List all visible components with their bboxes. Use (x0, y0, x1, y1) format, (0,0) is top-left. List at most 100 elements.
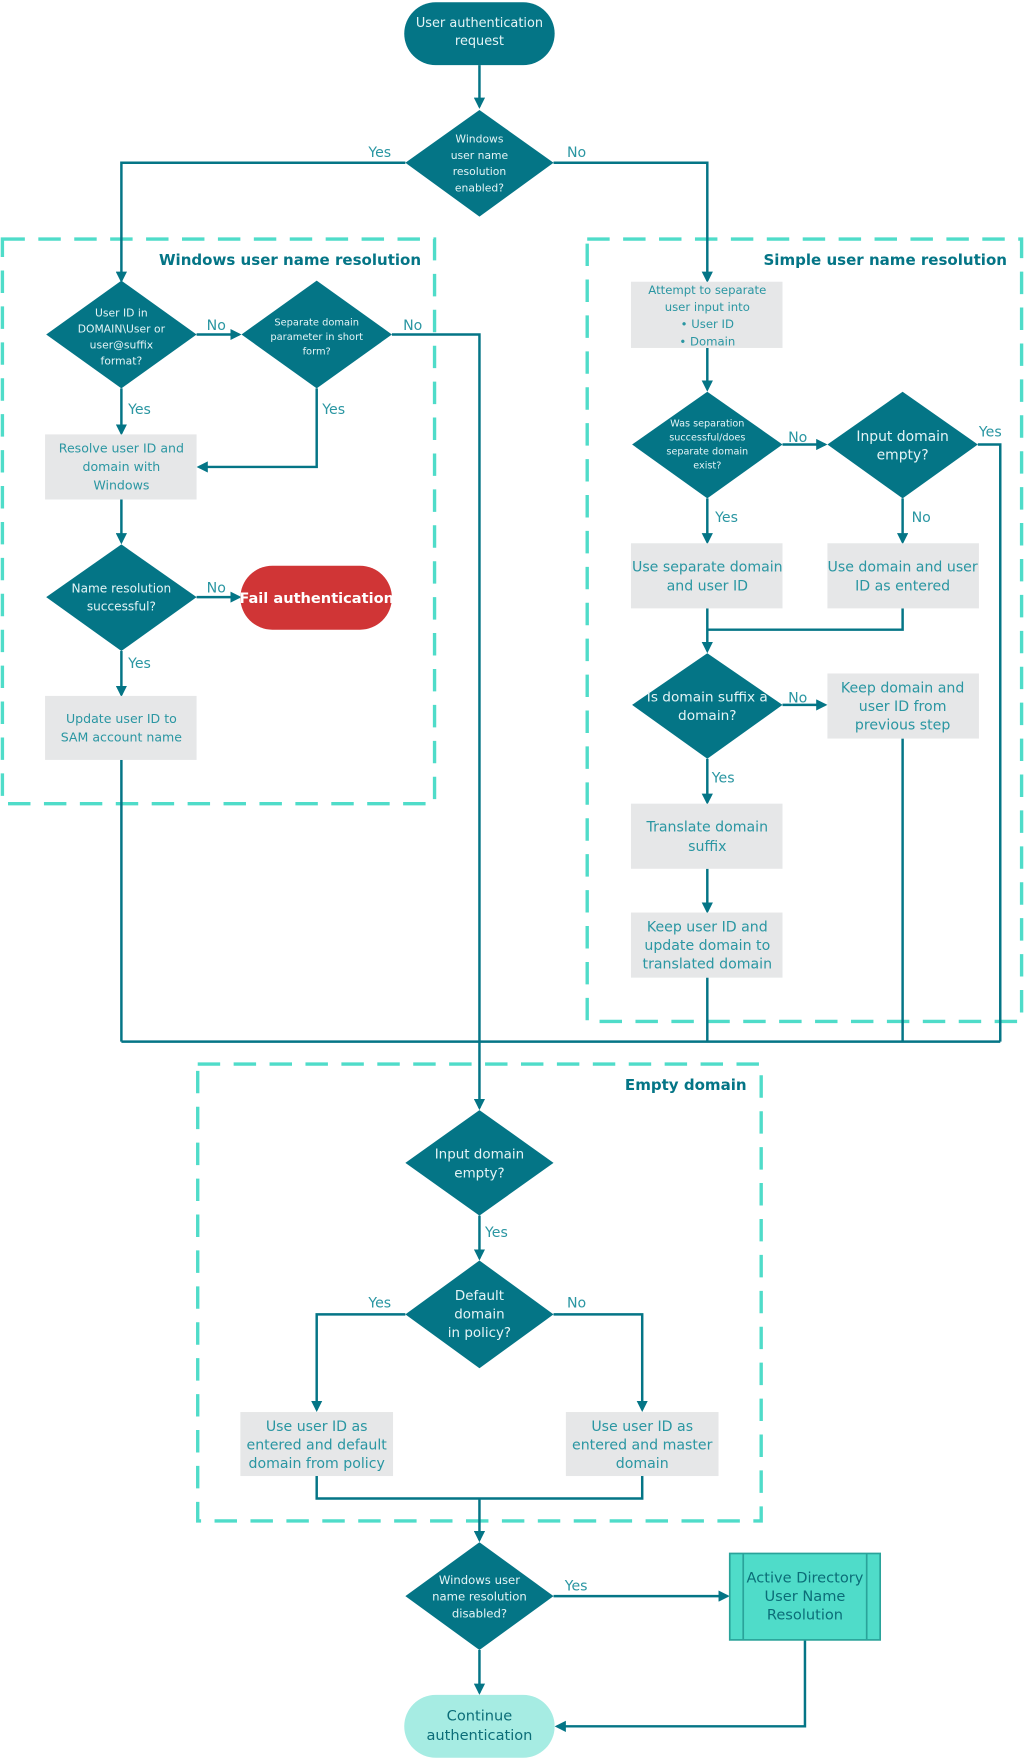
group-title-windows: Windows user name resolution (159, 251, 421, 269)
label-default-no: No (567, 1296, 586, 1312)
decision-name-resolution-successful: Name resolution successful? (46, 544, 197, 652)
node-label-line: Continue (447, 1708, 513, 1725)
process-master-domain: Use user ID as entered and master domain (565, 1412, 719, 1477)
node-label-line: user input into (665, 300, 750, 314)
node-label-line: user@suffix (90, 338, 154, 351)
node-label-line: domain with (83, 459, 161, 474)
flowchart: Windows user name resolution Simple user… (0, 2, 1024, 1758)
decision-windows-resolution-enabled: Windows user name resolution enabled? (405, 110, 554, 217)
node-label-line: empty? (877, 448, 929, 464)
group-title-empty: Empty domain (625, 1076, 747, 1094)
node-label-line: Use user ID as (591, 1419, 693, 1435)
label-sep-ok-yes: Yes (714, 510, 738, 526)
node-label-line: Attempt to separate (648, 283, 766, 297)
node-label-p-keep-prev: Keep domain and user ID from previous step (841, 681, 964, 734)
node-label-line: Windows (455, 133, 503, 146)
node-label-line: successful/does (669, 433, 745, 444)
process-resolve-with-windows: Resolve user ID and domain with Windows (45, 434, 197, 500)
node-label-p-default-policy: Use user ID as entered and default domain … (247, 1419, 388, 1472)
node-label-line: Windows user (439, 1573, 520, 1587)
node-start: User authentication request (404, 2, 555, 66)
process-translate-suffix: Translate domain suffix (630, 803, 783, 869)
node-label-line: Keep user ID and (647, 920, 768, 936)
node-label-line: and user ID (667, 578, 749, 594)
edge-default-policy-merge (315, 1476, 644, 1500)
label-name-ok-no: No (207, 581, 226, 597)
label-win-disabled-yes: Yes (564, 1579, 588, 1595)
edge-default-no (553, 1313, 648, 1413)
node-label-line: entered and default (247, 1438, 388, 1454)
node-label-line: user name (451, 149, 509, 162)
terminator-fail-authentication: Fail authentication (239, 565, 394, 630)
node-label-line: Resolution (767, 1607, 843, 1624)
node-label-line: suffix (688, 839, 726, 855)
edge-ad-to-end (554, 1639, 807, 1732)
node-label-line: Was separation (670, 419, 744, 430)
edge-merge-use-entered (707, 608, 904, 631)
node-label-line: authentication (426, 1727, 532, 1744)
node-label-line: Active Directory (746, 1570, 863, 1587)
label-default-yes: Yes (367, 1296, 391, 1312)
label-sep-short-yes: Yes (321, 402, 345, 418)
decision-default-domain-in-policy: Default domain in policy? (405, 1260, 554, 1369)
edge-win-enabled-no (553, 161, 713, 283)
label-suffix-yes: Yes (711, 770, 735, 786)
node-label-line: translated domain (643, 957, 772, 973)
node-label-line: format? (101, 354, 143, 367)
label-name-ok-yes: Yes (127, 656, 151, 672)
node-label-line: Use user ID as (266, 1419, 368, 1435)
group-title-simple: Simple user name resolution (763, 251, 1007, 269)
decision-windows-resolution-disabled: Windows user name resolution disabled? (405, 1542, 554, 1650)
process-use-domain-as-entered: Use domain and user ID as entered (827, 543, 979, 609)
edge-sep-short-yes (196, 388, 318, 473)
node-label-line: DOMAIN\User or (78, 322, 166, 335)
node-label-line: Fail authentication (239, 590, 394, 607)
terminator-continue-authentication: Continue authentication (404, 1694, 555, 1758)
node-label-line: Windows (93, 477, 149, 492)
node-label-line: entered and master (572, 1438, 713, 1454)
node-label-line: • User ID (681, 317, 734, 331)
label-sep-ok-no: No (788, 430, 807, 446)
node-label-line: Translate domain (646, 820, 769, 836)
node-label-line: resolution (453, 165, 506, 178)
node-label-line: Use domain and user (828, 559, 978, 575)
label-input-empty-1-yes: Yes (978, 425, 1002, 441)
node-label-line: Is domain suffix a (647, 690, 768, 706)
node-label-line: separate domain (666, 447, 748, 458)
node-label-line: User authentication (416, 16, 543, 31)
node-label-line: form? (303, 347, 331, 358)
node-label-line: User Name (765, 1588, 846, 1605)
label-sep-short-no: No (403, 318, 422, 334)
node-label-line: Resolve user ID and (59, 440, 184, 455)
process-update-sam-account: Update user ID to SAM account name (45, 695, 197, 760)
edge-input-empty-1-yes (977, 443, 1002, 1042)
subprocess-active-directory-resolution: Active Directory User Name Resolution (728, 1552, 882, 1641)
decision-separate-domain-short-form: Separate domain parameter in short form? (241, 280, 392, 389)
node-label-p-keep-translated: Keep user ID and update domain to translat… (643, 920, 772, 973)
decision-user-id-format: User ID in DOMAIN\User or user@suffix forma… (46, 280, 197, 389)
node-label-line: domain (616, 1456, 669, 1472)
node-label-d-default-policy: Default domain in policy? (448, 1289, 511, 1341)
edge-default-yes (311, 1313, 406, 1413)
node-label-line: Name resolution (72, 582, 172, 596)
node-label-line: disabled? (452, 1606, 507, 1620)
process-keep-previous-step: Keep domain and user ID from previous step (827, 673, 979, 739)
process-attempt-separate: Attempt to separate user input into • User… (630, 281, 783, 348)
label-win-enabled-no: No (567, 145, 586, 161)
node-label-line: Separate domain (274, 318, 359, 329)
process-use-separate-domain: Use separate domain and user ID (630, 543, 783, 609)
node-label-line: User ID in (95, 307, 148, 320)
connectors (115, 65, 1002, 1732)
node-label-line: • Domain (679, 334, 735, 348)
node-label-line: Keep domain and (841, 681, 964, 697)
node-label-line: domain (454, 1307, 504, 1322)
decision-input-domain-empty: Input domain empty? (405, 1110, 554, 1216)
node-label-line: parameter in short (270, 332, 363, 343)
node-label-line: in policy? (448, 1326, 511, 1341)
node-label-line: exist? (693, 461, 721, 472)
node-label-line: Default (455, 1289, 504, 1304)
node-label-line: successful? (87, 600, 156, 614)
node-label-line: Input domain (856, 429, 949, 445)
decision-suffix-is-domain: Is domain suffix a domain? (632, 653, 783, 759)
node-label-line: domain from policy (249, 1456, 385, 1472)
